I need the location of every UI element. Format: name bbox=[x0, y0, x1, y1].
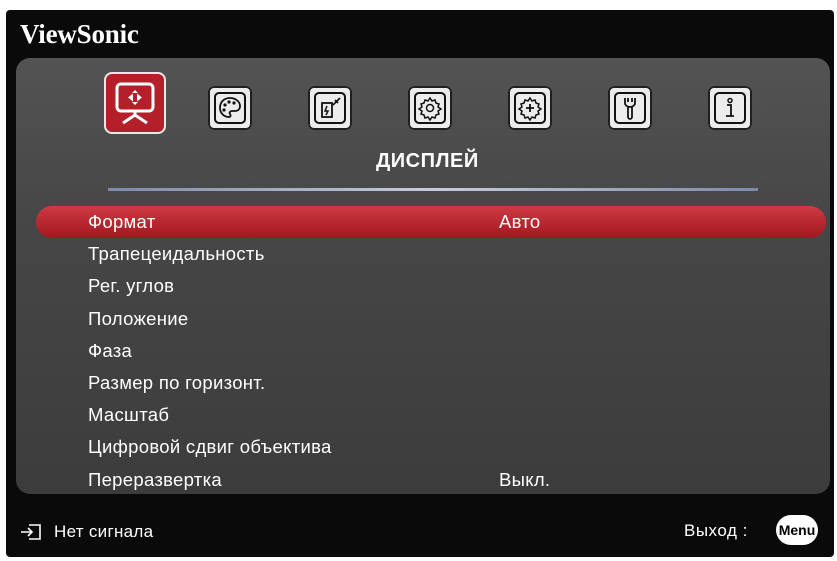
menu-item-keystone[interactable]: Трапецеидальность bbox=[16, 238, 830, 270]
menu-item-h-size[interactable]: Размер по горизонт. bbox=[16, 367, 830, 399]
divider bbox=[108, 188, 758, 191]
menu-panel: ДИСПЛЕЙ Формат Авто Трапецеидальность Ре… bbox=[16, 58, 830, 494]
tab-power[interactable] bbox=[308, 86, 352, 130]
tab-system[interactable] bbox=[608, 86, 652, 130]
tab-display[interactable] bbox=[106, 74, 164, 132]
input-source-icon bbox=[21, 524, 41, 540]
brand-logo: ViewSonic bbox=[20, 19, 139, 49]
menu-item-label: Фаза bbox=[88, 339, 133, 361]
menu-item-label: Масштаб bbox=[88, 404, 170, 426]
menu-item-label: Переразвертка bbox=[88, 468, 222, 490]
gear-plus-icon bbox=[514, 92, 546, 124]
menu-item-corner-adjust[interactable]: Рег. углов bbox=[16, 270, 830, 302]
menu-item-label: Положение bbox=[88, 307, 189, 329]
section-title: ДИСПЛЕЙ bbox=[376, 150, 479, 172]
tab-advanced[interactable] bbox=[508, 86, 552, 130]
menu-item-label: Размер по горизонт. bbox=[88, 372, 266, 394]
palette-icon bbox=[214, 92, 246, 124]
tab-basic[interactable] bbox=[408, 86, 452, 130]
menu-item-label: Рег. углов bbox=[88, 275, 175, 297]
menu-item-overscan[interactable]: Переразвертка Выкл. bbox=[16, 464, 830, 496]
menu-item-position[interactable]: Положение bbox=[16, 303, 830, 335]
menu-button[interactable]: Menu bbox=[776, 515, 818, 545]
footer-bar: Нет сигнала Выход : Menu bbox=[6, 510, 834, 550]
menu-item-label: Цифровой сдвиг объектива bbox=[88, 436, 332, 458]
menu-item-format[interactable]: Формат Авто bbox=[36, 206, 826, 239]
osd-window: ViewSonic ДИСПЛЕЙ Формат Авто Трапецеида… bbox=[6, 10, 834, 557]
menu-item-value: Выкл. bbox=[499, 468, 551, 490]
menu-item-digital-lens-shift[interactable]: Цифровой сдвиг объектива bbox=[16, 431, 830, 463]
signal-status: Нет сигнала bbox=[54, 522, 154, 541]
tab-info[interactable] bbox=[708, 86, 752, 130]
power-management-icon bbox=[314, 92, 346, 124]
display-icon bbox=[115, 82, 155, 125]
menu-item-label: Формат bbox=[88, 211, 156, 233]
exit-label: Выход : bbox=[684, 521, 748, 540]
tab-picture[interactable] bbox=[208, 86, 252, 130]
menu-item-value: Авто bbox=[499, 211, 541, 233]
menu-item-label: Трапецеидальность bbox=[88, 243, 265, 265]
menu-item-phase[interactable]: Фаза bbox=[16, 335, 830, 367]
info-icon bbox=[714, 92, 746, 124]
gear-icon bbox=[414, 92, 446, 124]
wrench-icon bbox=[614, 92, 646, 124]
menu-list: Формат Авто Трапецеидальность Рег. углов… bbox=[16, 206, 830, 496]
menu-item-zoom[interactable]: Масштаб bbox=[16, 399, 830, 431]
